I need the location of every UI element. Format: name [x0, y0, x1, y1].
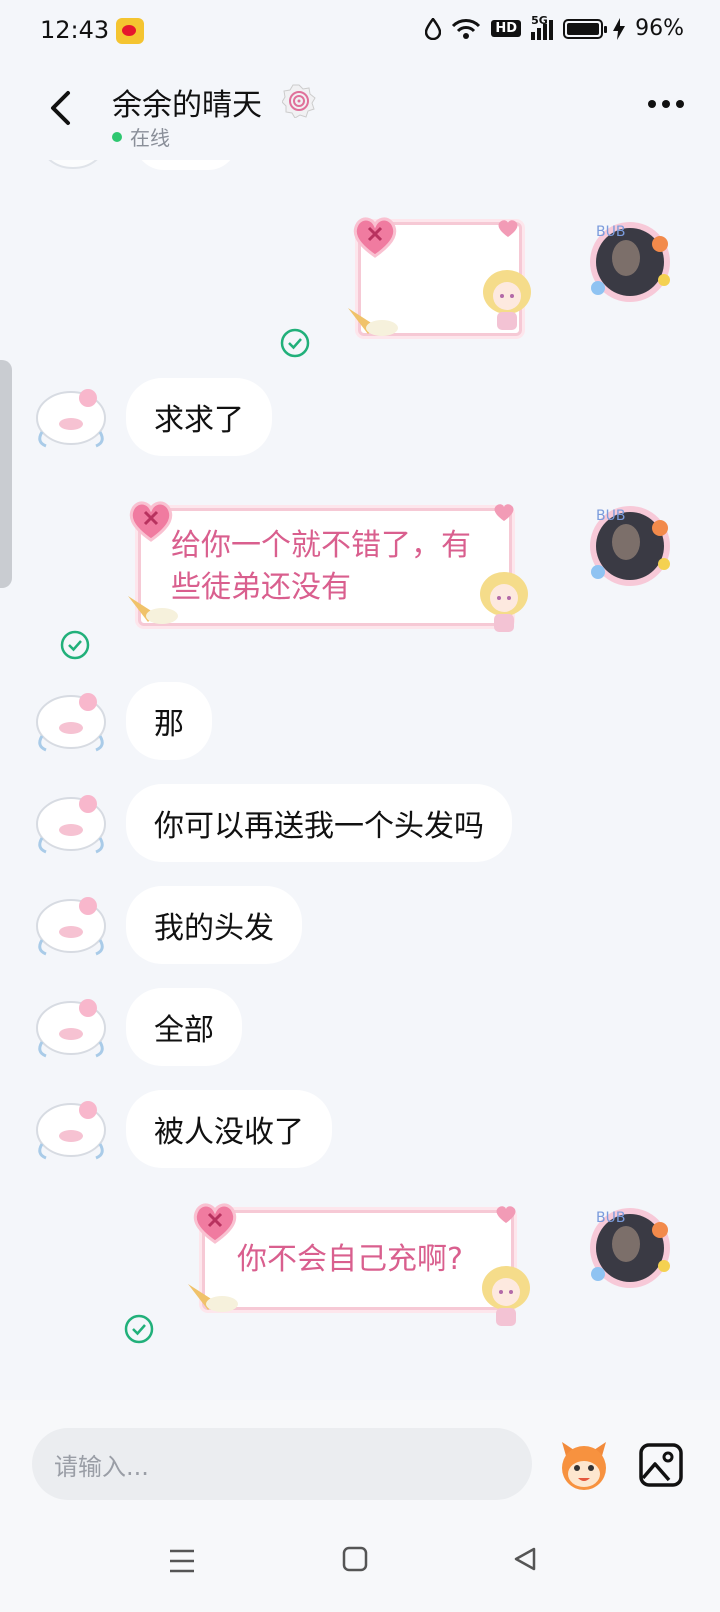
menu-icon[interactable] [168, 1548, 196, 1574]
message-right: 你不会自己充啊? BUB [188, 1200, 690, 1340]
sticker-card[interactable]: 给你一个就不错了，有些徒弟还没有 [138, 508, 512, 626]
message-right: 给你一个就不错了，有些徒弟还没有 BUB [126, 498, 690, 648]
small-heart-icon [494, 504, 514, 521]
check-icon [280, 328, 310, 358]
message-bubble[interactable]: 被人没收了 [126, 1090, 332, 1168]
back-icon[interactable] [40, 86, 80, 130]
kitty-avatar-icon[interactable] [32, 1090, 110, 1168]
online-status: 在线 [112, 122, 170, 151]
drop-icon [425, 17, 442, 40]
anime-girl-sticker-icon [482, 1266, 530, 1326]
status-time: 12:43 [40, 16, 110, 44]
hd-badge: HD [491, 20, 522, 37]
message-bubble[interactable]: 你可以再送我一个头发吗 [126, 784, 512, 862]
kitty-avatar-icon[interactable] [32, 988, 110, 1066]
network-label: 5G [531, 13, 548, 27]
system-nav-bar [0, 1500, 720, 1612]
svg-text:BUB: BUB [596, 224, 625, 240]
check-icon [124, 1314, 154, 1344]
more-icon[interactable] [648, 100, 684, 108]
user-avatar[interactable]: BUB [582, 214, 678, 310]
home-icon[interactable] [342, 1546, 368, 1572]
svg-text:BUB: BUB [596, 1210, 625, 1226]
anime-girl-sticker-icon [480, 572, 528, 632]
message-bubble[interactable]: 那 [126, 682, 212, 760]
kitty-avatar-icon[interactable] [32, 682, 110, 760]
chat-header: 余余的晴天 在线 [0, 64, 720, 160]
svg-text:BUB: BUB [596, 508, 625, 524]
badge-icon[interactable] [282, 84, 316, 118]
contact-name[interactable]: 余余的晴天 [112, 80, 262, 124]
online-dot-icon [112, 131, 122, 142]
image-icon[interactable] [638, 1442, 684, 1488]
input-bar: 请输入... [0, 1400, 720, 1500]
message-text: 给你一个就不错了，有些徒弟还没有 [171, 528, 471, 605]
scroll-handle[interactable] [0, 360, 12, 588]
charging-icon [613, 17, 626, 40]
message-bubble[interactable]: 全部 [126, 988, 242, 1066]
kitty-avatar-icon[interactable] [32, 886, 110, 964]
ice-cream-sticker-icon [348, 308, 398, 336]
signal-icon: 5G [531, 14, 554, 40]
user-avatar[interactable]: BUB [582, 498, 678, 594]
small-heart-icon [498, 220, 518, 237]
check-icon [60, 630, 90, 660]
emoji-icon[interactable] [556, 1438, 612, 1494]
small-heart-icon [496, 1206, 516, 1223]
message-input[interactable]: 请输入... [32, 1428, 532, 1500]
ice-cream-sticker-icon [188, 1284, 238, 1312]
heart-sticker-icon [129, 501, 173, 542]
battery-percent: 96% [635, 16, 684, 41]
message-text: 你不会自己充啊? [237, 1242, 463, 1277]
message-bubble-partial [134, 160, 238, 170]
weibo-notification-icon [116, 18, 144, 44]
back-triangle-icon[interactable] [512, 1546, 538, 1572]
anime-girl-sticker-icon [483, 270, 531, 330]
message-bubble[interactable]: 求求了 [126, 378, 272, 456]
chat-area[interactable]: BUB 求求了 给你一个就不错了，有些徒弟还没有 BUB 那 你可以再送我一个头… [0, 160, 720, 1400]
message-right: BUB [348, 214, 690, 394]
message-bubble[interactable]: 我的头发 [126, 886, 302, 964]
sticker-card[interactable]: 你不会自己充啊? [202, 1210, 514, 1310]
status-icons: HD 5G 96% [425, 14, 684, 41]
wifi-icon [452, 18, 481, 39]
kitty-avatar-icon[interactable] [32, 378, 110, 456]
status-bar: 12:43 HD 5G 96% [0, 0, 720, 64]
heart-sticker-icon [193, 1203, 237, 1244]
user-avatar[interactable]: BUB [582, 1200, 678, 1296]
kitty-avatar-icon [48, 160, 98, 169]
battery-icon [563, 18, 608, 39]
kitty-avatar-icon[interactable] [32, 784, 110, 862]
heart-sticker-icon [353, 217, 397, 258]
online-label: 在线 [130, 126, 170, 150]
ice-cream-sticker-icon [128, 596, 178, 624]
